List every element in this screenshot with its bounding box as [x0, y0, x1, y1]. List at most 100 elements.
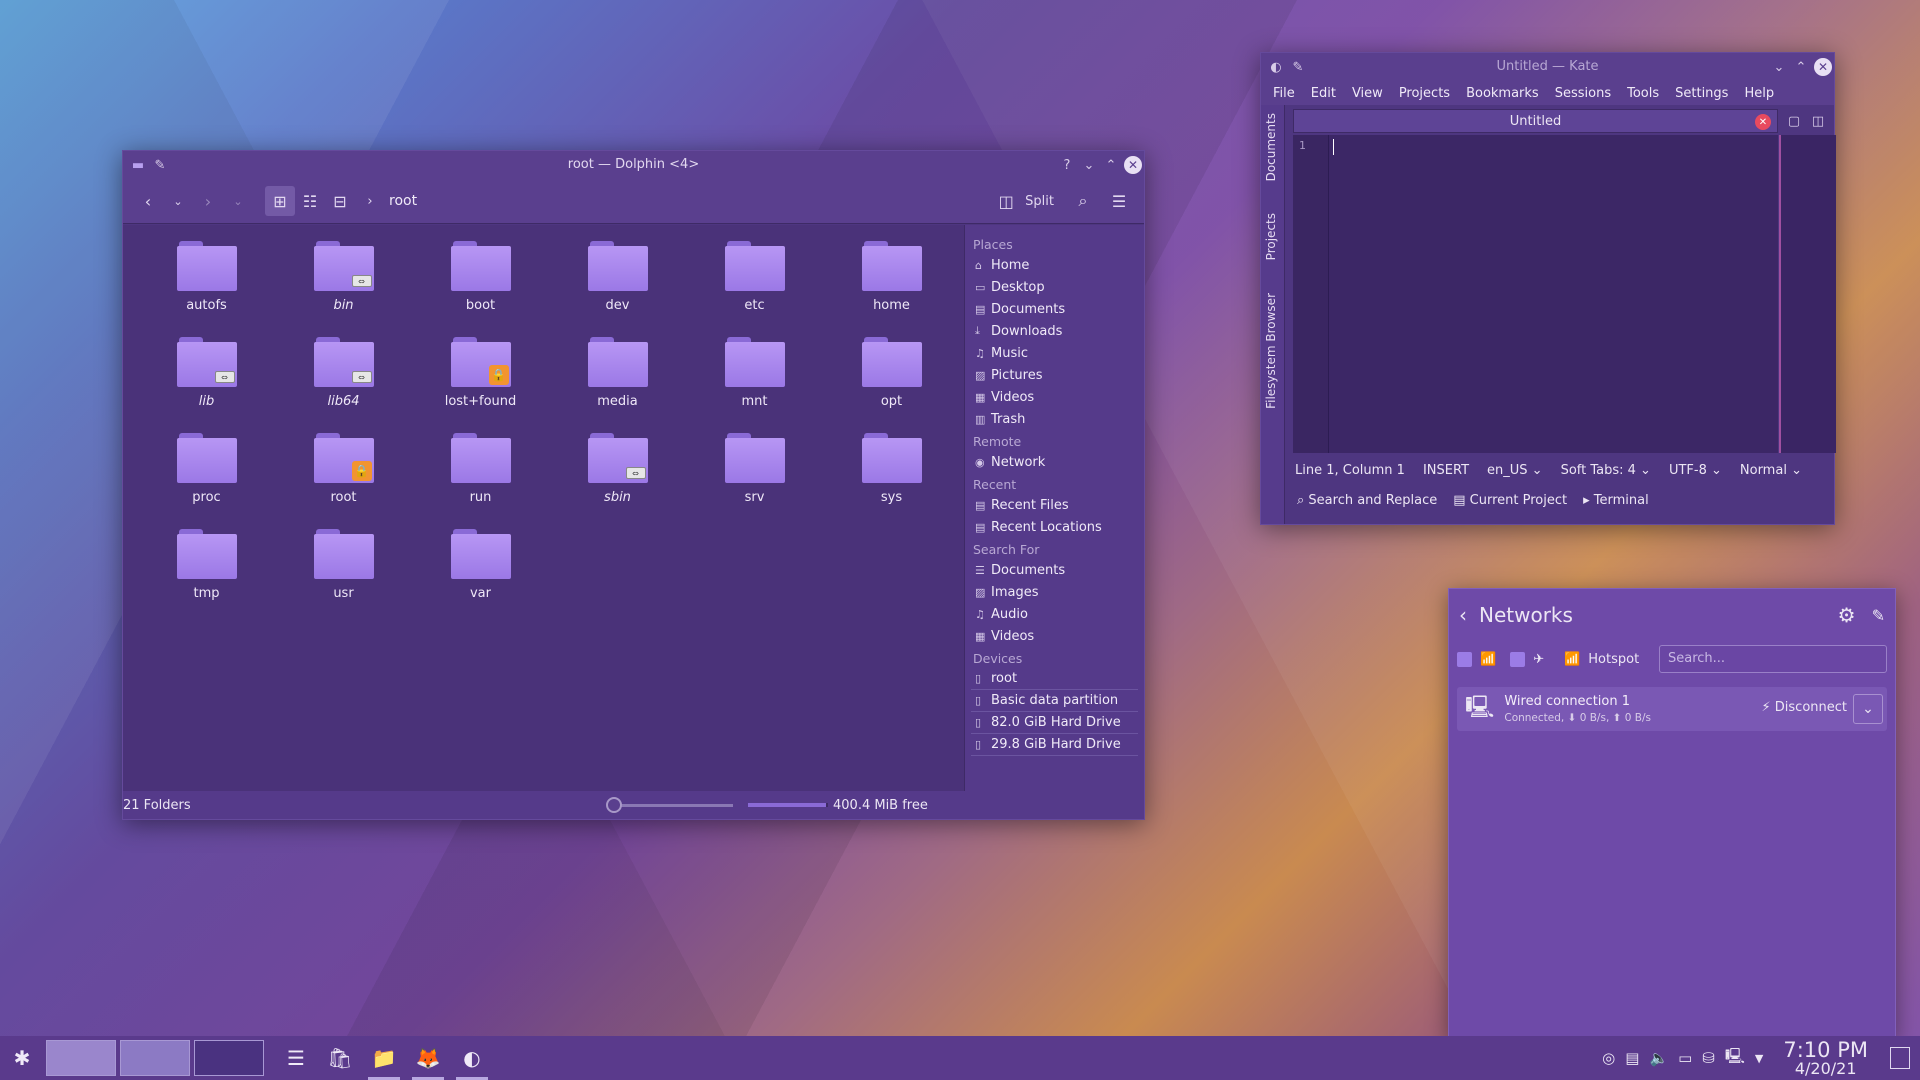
back-history-button[interactable]: ⌄ [163, 186, 193, 216]
places-item[interactable]: ▭ Desktop [971, 276, 1138, 298]
desktop-pager-1[interactable] [46, 1040, 116, 1076]
folder-item[interactable]: etc [686, 239, 823, 335]
zoom-slider-track[interactable] [613, 804, 733, 807]
folder-item[interactable]: ⇔ sbin [549, 431, 686, 527]
folder-item[interactable]: sys [823, 431, 960, 527]
back-icon[interactable]: ‹ [1459, 603, 1467, 627]
places-item[interactable]: ▦ Videos [971, 386, 1138, 408]
close-button[interactable]: ✕ [1122, 154, 1144, 176]
close-button[interactable]: ✕ [1812, 56, 1834, 78]
menu-file[interactable]: File [1265, 86, 1303, 101]
folder-item[interactable]: autofs [138, 239, 275, 335]
close-tab-icon[interactable]: ✕ [1755, 114, 1771, 130]
places-item[interactable]: ▨ Images [971, 581, 1138, 603]
current-project-tab[interactable]: ▤ Current Project [1453, 493, 1567, 508]
minimize-button[interactable]: ⌄ [1768, 56, 1790, 78]
terminal-tab[interactable]: ▸ Terminal [1583, 493, 1649, 508]
pin-icon[interactable]: ✎ [149, 154, 171, 176]
pin-icon[interactable]: ✎ [1872, 606, 1885, 625]
folder-item[interactable]: var [412, 527, 549, 623]
folder-item[interactable]: 🔒 lost+found [412, 335, 549, 431]
places-item[interactable]: ◉ Network [971, 451, 1138, 473]
volume-icon[interactable]: 🔈 [1649, 1049, 1668, 1067]
clipboard-icon[interactable]: ▤ [1625, 1049, 1639, 1067]
expand-details-button[interactable]: ⌄ [1853, 694, 1883, 724]
places-item[interactable]: ☰ Documents [971, 559, 1138, 581]
folder-item[interactable]: srv [686, 431, 823, 527]
places-item[interactable]: ▦ Videos [971, 625, 1138, 647]
places-item[interactable]: ▯ 82.0 GiB Hard Drive [971, 712, 1138, 734]
input-mode[interactable]: INSERT [1423, 463, 1469, 478]
minimize-button[interactable]: ⌄ [1078, 154, 1100, 176]
folder-item[interactable]: home [823, 239, 960, 335]
indent-dropdown[interactable]: Soft Tabs: 4 ⌄ [1561, 463, 1651, 478]
folder-item[interactable]: opt [823, 335, 960, 431]
menu-view[interactable]: View [1344, 86, 1391, 101]
places-item[interactable]: ▤ Recent Locations [971, 516, 1138, 538]
wired-connection-item[interactable]: 🖳 Wired connection 1 Connected, ⬇ 0 B/s,… [1457, 687, 1887, 731]
kate-app-icon[interactable]: ◐ [1265, 56, 1287, 78]
display-icon[interactable]: ▭ [1678, 1049, 1692, 1067]
side-tab-projects[interactable]: Projects [1264, 213, 1278, 260]
places-item[interactable]: ▯ Basic data partition [971, 690, 1138, 712]
dolphin-app-icon[interactable]: ▬ [127, 154, 149, 176]
menu-help[interactable]: Help [1736, 86, 1782, 101]
folder-item[interactable]: ⇔ lib64 [275, 335, 412, 431]
disconnect-button[interactable]: ⚡ Disconnect [1762, 700, 1848, 715]
file-view[interactable]: autofs ⇔ bin boot dev etc home ⇔ lib ⇔ lib64 🔒 lost+… [123, 225, 965, 791]
usb-icon[interactable]: ⛁ [1702, 1049, 1715, 1067]
maximize-button[interactable]: ⌃ [1100, 154, 1122, 176]
firefox-task-icon[interactable]: 🦊 [406, 1036, 450, 1080]
places-item[interactable]: ⤓ Downloads [971, 320, 1138, 342]
menu-bookmarks[interactable]: Bookmarks [1458, 86, 1547, 101]
zoom-slider-knob[interactable] [606, 797, 622, 813]
encoding-dropdown[interactable]: UTF-8 ⌄ [1669, 463, 1722, 478]
menu-sessions[interactable]: Sessions [1547, 86, 1619, 101]
split-button[interactable]: Split [1021, 186, 1058, 216]
split-icon[interactable]: ◫ [991, 186, 1021, 216]
tree-view-button[interactable]: ⊟ [325, 186, 355, 216]
mode-dropdown[interactable]: Normal ⌄ [1740, 463, 1802, 478]
maximize-button[interactable]: ⌃ [1790, 56, 1812, 78]
forward-history-button[interactable]: ⌄ [223, 186, 253, 216]
back-button[interactable]: ‹ [133, 186, 163, 216]
text-editor[interactable]: 1 [1293, 135, 1778, 453]
folder-item[interactable]: tmp [138, 527, 275, 623]
media-icon[interactable]: ◎ [1602, 1049, 1615, 1067]
minimap[interactable] [1779, 135, 1836, 453]
cursor-position[interactable]: Line 1, Column 1 [1295, 463, 1405, 478]
folder-item[interactable]: ⇔ lib [138, 335, 275, 431]
places-item[interactable]: ▯ 29.8 GiB Hard Drive [971, 734, 1138, 756]
tray-expand-icon[interactable]: ▼ [1755, 1052, 1763, 1065]
kate-titlebar[interactable]: ◐ ✎ Untitled — Kate ⌄ ⌃ ✕ [1261, 53, 1834, 81]
menu-tools[interactable]: Tools [1619, 86, 1667, 101]
folder-item[interactable]: 🔒 root [275, 431, 412, 527]
clock[interactable]: 7:10 PM 4/20/21 [1783, 1039, 1868, 1077]
desktop-pager-3[interactable] [194, 1040, 264, 1076]
places-item[interactable]: ▯ root [971, 668, 1138, 690]
icons-view-button[interactable]: ⊞ [265, 186, 295, 216]
document-tab[interactable]: Untitled ✕ [1293, 109, 1778, 133]
side-tab-documents[interactable]: Documents [1264, 113, 1278, 181]
forward-button[interactable]: › [193, 186, 223, 216]
search-icon[interactable]: ⌕ [1068, 186, 1098, 216]
details-view-button[interactable]: ☷ [295, 186, 325, 216]
places-item[interactable]: ♫ Music [971, 342, 1138, 364]
system-settings-icon[interactable]: ☰ [274, 1036, 318, 1080]
hamburger-menu-icon[interactable]: ☰ [1104, 186, 1134, 216]
configure-icon[interactable]: ⚙ [1838, 603, 1856, 627]
places-item[interactable]: ▨ Pictures [971, 364, 1138, 386]
airplane-checkbox[interactable] [1510, 651, 1526, 667]
menu-settings[interactable]: Settings [1667, 86, 1736, 101]
menu-edit[interactable]: Edit [1303, 86, 1344, 101]
split-view-icon[interactable]: ◫ [1807, 110, 1829, 132]
language-dropdown[interactable]: en_US ⌄ [1487, 463, 1543, 478]
show-desktop-icon[interactable] [1890, 1047, 1910, 1069]
pin-icon[interactable]: ✎ [1287, 56, 1309, 78]
folder-item[interactable]: dev [549, 239, 686, 335]
dolphin-titlebar[interactable]: ▬ ✎ root — Dolphin <4> ? ⌄ ⌃ ✕ [123, 151, 1144, 179]
desktop-pager-2[interactable] [120, 1040, 190, 1076]
kate-task-icon[interactable]: ◐ [450, 1036, 494, 1080]
folder-item[interactable]: usr [275, 527, 412, 623]
folder-item[interactable]: run [412, 431, 549, 527]
